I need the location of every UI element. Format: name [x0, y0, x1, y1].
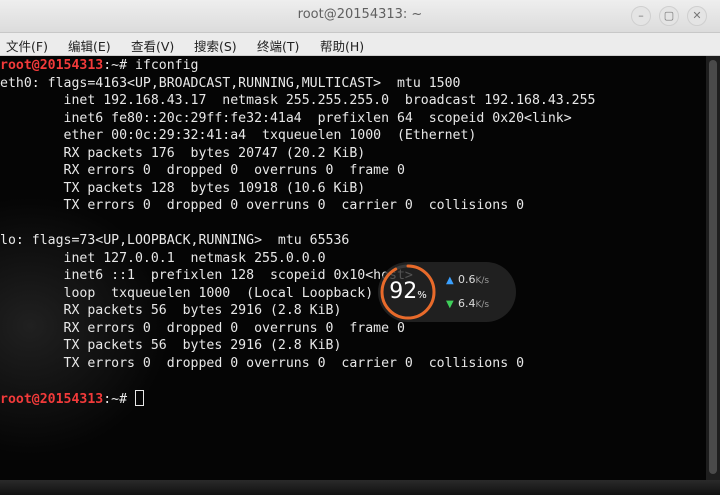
title-bar[interactable]: root@20154313: ~ – ▢ ✕ [0, 0, 720, 33]
terminal-window: root@20154313: ~ – ▢ ✕ 文件(F) 编辑(E) 查看(V)… [0, 0, 720, 495]
output-line: RX packets 176 bytes 20747 (20.2 KiB) [0, 145, 366, 161]
close-button[interactable]: ✕ [687, 6, 707, 26]
output-line: TX packets 128 bytes 10918 (10.6 KiB) [0, 180, 366, 196]
menu-file[interactable]: 文件(F) [6, 36, 48, 55]
prompt-user-host: root@20154313 [0, 58, 104, 73]
command-text: ifconfig [134, 58, 199, 73]
window-title: root@20154313: ~ [297, 7, 423, 22]
window-bottom-edge [0, 480, 720, 495]
menu-edit[interactable]: 编辑(E) [68, 36, 111, 55]
upload-speed: ▲ 0.6K/s [446, 273, 489, 286]
network-speed-widget[interactable]: 92% ▲ 0.6K/s ▼ 6.4K/s [378, 262, 516, 322]
usage-percent: 92% [387, 278, 429, 310]
upload-speed-value: 0.6 [458, 273, 476, 286]
download-speed: ▼ 6.4K/s [446, 297, 489, 310]
menu-terminal[interactable]: 终端(T) [257, 36, 299, 55]
output-line: inet 127.0.0.1 netmask 255.0.0.0 [0, 250, 326, 266]
download-speed-unit: K/s [475, 300, 490, 310]
output-line: inet6 fe80::20c:29ff:fe32:41a4 prefixlen… [0, 110, 572, 126]
prompt-line: root@20154313:~# ifconfig [0, 57, 199, 74]
output-line: eth0: flags=4163<UP,BROADCAST,RUNNING,MU… [0, 75, 461, 91]
menu-help[interactable]: 帮助(H) [320, 36, 364, 55]
scrollbar-thumb[interactable] [709, 60, 717, 474]
prompt-suffix: :~# [103, 391, 135, 407]
output-line: RX packets 56 bytes 2916 (2.8 KiB) [0, 303, 342, 318]
text-cursor [134, 389, 144, 406]
menu-view[interactable]: 查看(V) [131, 36, 174, 55]
output-line: TX packets 56 bytes 2916 (2.8 KiB) [0, 338, 342, 353]
menu-search[interactable]: 搜索(S) [194, 36, 237, 55]
output-line: ether 00:0c:29:32:41:a4 txqueuelen 1000 … [0, 128, 477, 143]
output-line: RX errors 0 dropped 0 overruns 0 frame 0 [0, 320, 405, 336]
prompt-user-host: root@20154313 [0, 391, 104, 407]
output-line: RX errors 0 dropped 0 overruns 0 frame 0 [0, 163, 405, 178]
minimize-button[interactable]: – [631, 6, 651, 26]
output-line: inet 192.168.43.17 netmask 255.255.255.0… [0, 93, 596, 108]
terminal-output[interactable]: root@20154313:~# ifconfig eth0: flags=41… [0, 56, 706, 480]
maximize-button[interactable]: ▢ [659, 6, 679, 26]
usage-percent-unit: % [417, 290, 427, 301]
output-line: inet6 ::1 prefixlen 128 scopeid 0x10<hos… [0, 268, 413, 283]
output-line: TX errors 0 dropped 0 overruns 0 carrier… [0, 198, 525, 213]
menu-bar: 文件(F) 编辑(E) 查看(V) 搜索(S) 终端(T) 帮助(H) [0, 33, 720, 56]
upload-arrow-icon: ▲ [446, 275, 454, 286]
download-speed-value: 6.4 [458, 297, 476, 310]
scrollbar[interactable] [706, 56, 720, 480]
output-line: TX errors 0 dropped 0 overruns 0 carrier… [0, 355, 525, 371]
prompt-line: root@20154313:~# [0, 389, 144, 407]
prompt-suffix: :~# [103, 58, 135, 73]
output-line: lo: flags=73<UP,LOOPBACK,RUNNING> mtu 65… [0, 233, 350, 248]
usage-percent-value: 92 [389, 279, 418, 304]
upload-speed-unit: K/s [475, 276, 490, 286]
output-line: loop txqueuelen 1000 (Local Loopback) [0, 285, 374, 301]
download-arrow-icon: ▼ [446, 299, 454, 310]
